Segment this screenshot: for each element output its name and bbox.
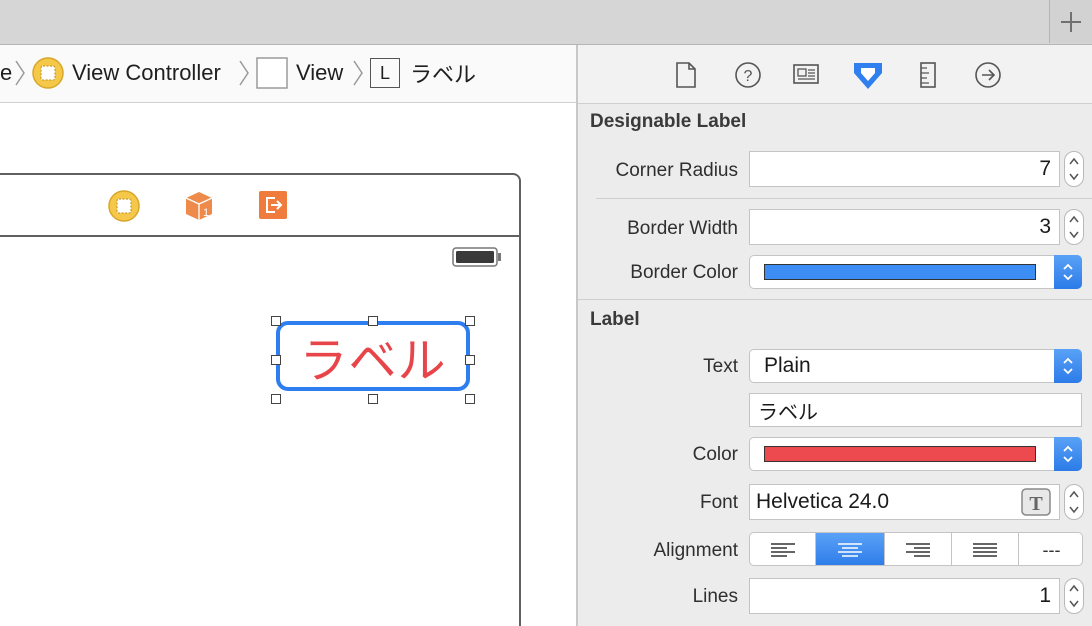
border-color-label: Border Color (630, 262, 738, 283)
view-controller-icon[interactable] (108, 190, 140, 222)
exit-icon[interactable] (258, 190, 288, 220)
align-center-segment[interactable] (816, 533, 885, 565)
breadcrumb-item-label[interactable]: L ラベル (370, 57, 476, 89)
connections-inspector-icon[interactable] (974, 61, 1002, 89)
font-field[interactable]: Helvetica 24.0 T (749, 484, 1060, 520)
jump-bar: e View Controller View L ラベル (0, 45, 576, 103)
view-controller-icon (32, 57, 64, 89)
resize-handle-top-left[interactable] (271, 316, 281, 326)
resize-handle-bottom-left[interactable] (271, 394, 281, 404)
border-width-field[interactable]: 3 (749, 209, 1060, 245)
designable-label[interactable]: ラベル (276, 321, 470, 391)
text-label: Text (703, 356, 738, 377)
stepper-arrows-icon (1069, 157, 1079, 181)
resize-handle-bottom-right[interactable] (465, 394, 475, 404)
identity-inspector-icon[interactable] (792, 61, 820, 87)
breadcrumb-item-view-controller[interactable]: View Controller (32, 57, 221, 89)
breadcrumb-chevron-icon (353, 60, 363, 86)
color-label: Color (692, 444, 738, 465)
svg-text:1: 1 (203, 207, 209, 219)
align-center-icon (838, 543, 862, 557)
inspector-tab-bar: ? (578, 45, 1092, 104)
align-left-icon (770, 543, 795, 557)
align-justify-icon (973, 543, 997, 557)
resize-handle-top[interactable] (368, 316, 378, 326)
align-right-segment[interactable] (885, 533, 952, 565)
section-title-designable-label: Designable Label (590, 111, 747, 132)
text-color-popup[interactable] (749, 437, 1082, 471)
popup-arrows (1054, 349, 1082, 383)
text-color-swatch (764, 446, 1036, 462)
text-content-field[interactable]: ラベル (749, 393, 1082, 427)
resize-handle-right[interactable] (465, 355, 475, 365)
breadcrumb-chevron-icon (239, 60, 249, 86)
size-inspector-icon[interactable] (918, 61, 938, 89)
plus-icon (1061, 11, 1081, 32)
breadcrumb-item-view[interactable]: View (256, 57, 343, 89)
label-icon: L (370, 58, 400, 88)
border-color-swatch (764, 264, 1036, 280)
corner-radius-stepper[interactable] (1064, 151, 1084, 187)
font-picker-icon[interactable]: T (1021, 488, 1051, 516)
breadcrumb-item-storyboard[interactable]: e (0, 57, 12, 89)
corner-radius-field[interactable]: 7 (749, 151, 1060, 187)
section-title-label: Label (590, 309, 640, 330)
attributes-inspector-icon[interactable] (852, 61, 884, 91)
breadcrumb-chevron-icon (15, 60, 25, 86)
font-size-stepper[interactable] (1064, 484, 1084, 520)
section-divider (578, 299, 1092, 300)
tab-strip (0, 0, 1092, 45)
align-natural-segment[interactable]: --- (1019, 533, 1082, 565)
scene-dock: 1 (0, 175, 519, 237)
border-color-popup[interactable] (749, 255, 1082, 289)
view-icon (256, 57, 288, 89)
chevron-up-down-icon (1063, 445, 1073, 463)
stepper-arrows-icon (1069, 490, 1079, 514)
battery-icon (452, 247, 501, 267)
quick-help-icon[interactable]: ? (734, 61, 762, 89)
alignment-segmented-control: --- (749, 532, 1083, 566)
add-tab-button[interactable] (1049, 0, 1092, 43)
attributes-inspector: ? Designable Label Corner Radius 7 Borde… (576, 45, 1092, 626)
resize-handle-left[interactable] (271, 355, 281, 365)
stepper-arrows-icon (1069, 584, 1079, 608)
stepper-arrows-icon (1069, 215, 1079, 239)
font-label: Font (699, 492, 738, 513)
popup-arrows (1054, 437, 1082, 471)
first-responder-icon[interactable]: 1 (184, 190, 214, 222)
resize-handle-bottom[interactable] (368, 394, 378, 404)
view-controller-scene[interactable]: 1 ラベル (0, 173, 521, 626)
file-inspector-icon[interactable] (674, 61, 698, 89)
svg-text:T: T (1029, 493, 1043, 515)
chevron-up-down-icon (1063, 263, 1073, 281)
align-justify-segment[interactable] (952, 533, 1019, 565)
border-width-stepper[interactable] (1064, 209, 1084, 245)
popup-arrows (1054, 255, 1082, 289)
alignment-label: Alignment (653, 540, 739, 561)
lines-field[interactable]: 1 (749, 578, 1060, 614)
border-width-label: Border Width (627, 218, 738, 239)
align-left-segment[interactable] (750, 533, 816, 565)
interface-builder-editor: e View Controller View L ラベル 1 ラベル (0, 45, 576, 626)
align-right-icon (906, 543, 930, 557)
resize-handle-top-right[interactable] (465, 316, 475, 326)
chevron-up-down-icon (1063, 357, 1073, 375)
svg-text:?: ? (744, 68, 753, 85)
divider (596, 198, 1092, 199)
lines-label: Lines (692, 586, 738, 607)
lines-stepper[interactable] (1064, 578, 1084, 614)
text-type-popup[interactable]: Plain (749, 349, 1082, 383)
corner-radius-label: Corner Radius (615, 160, 739, 181)
storyboard-canvas[interactable]: 1 ラベル (0, 103, 576, 626)
